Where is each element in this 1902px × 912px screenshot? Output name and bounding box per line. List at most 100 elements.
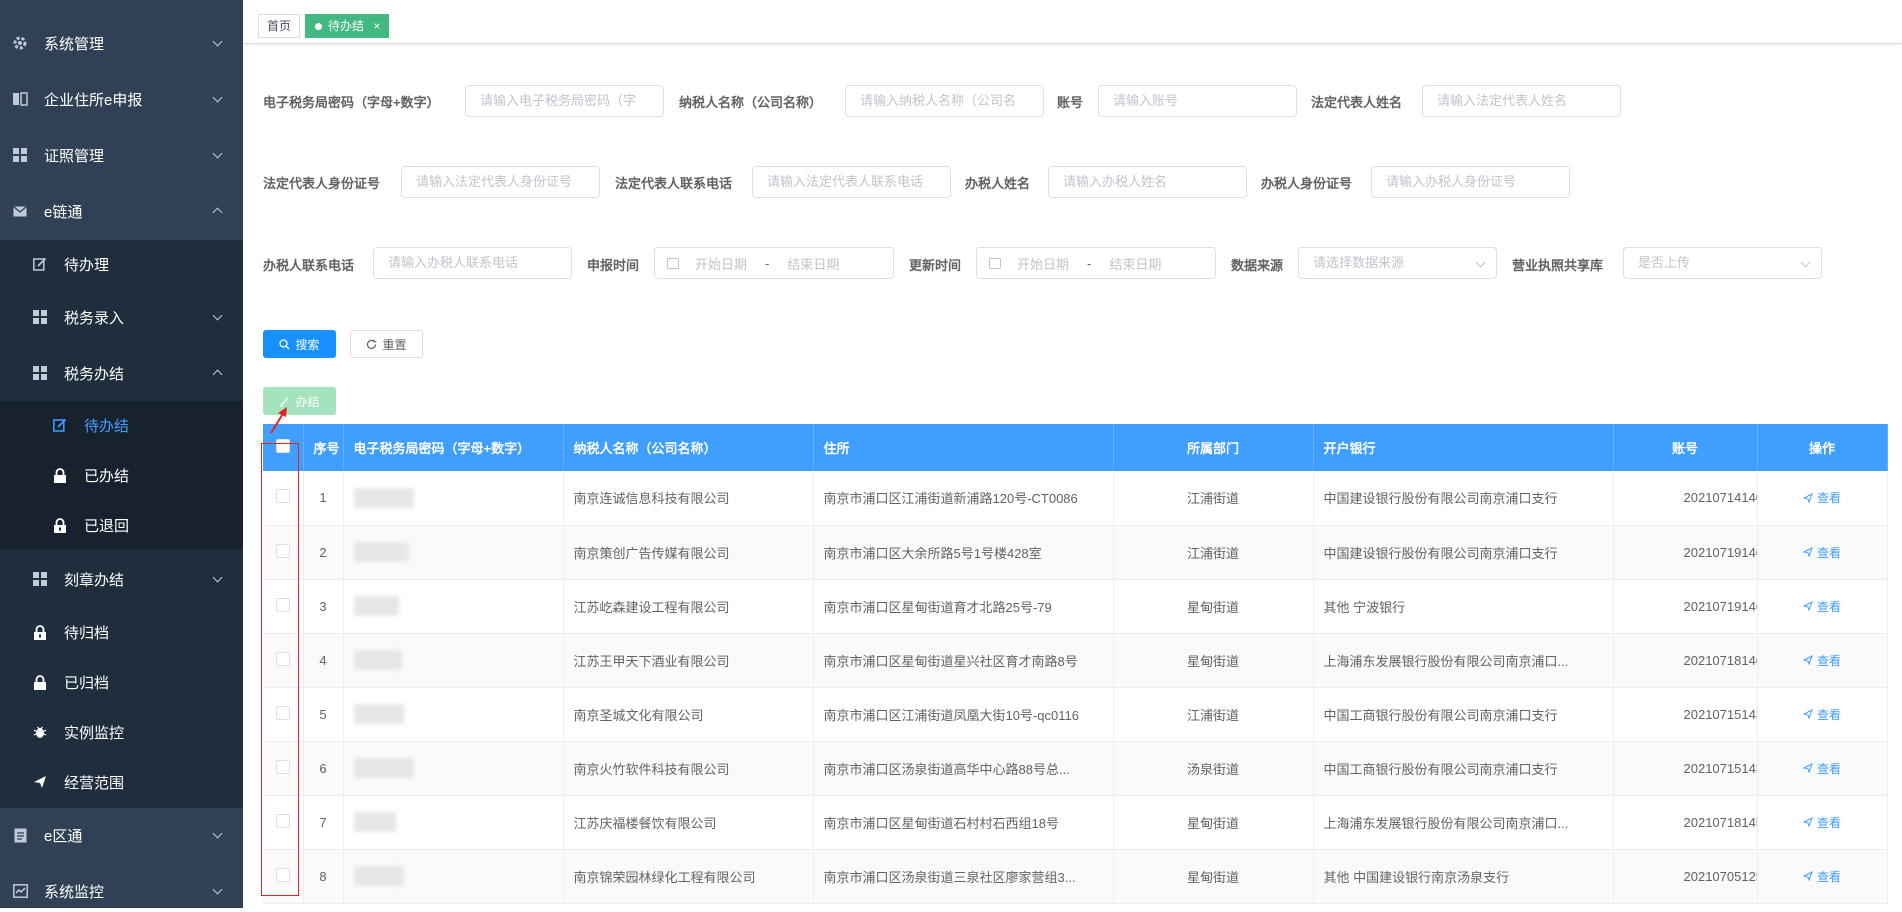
row-checkbox[interactable]	[275, 489, 290, 504]
cell-index: 3	[303, 579, 344, 634]
row-select-cell[interactable]	[263, 687, 304, 742]
select-all-header[interactable]	[263, 424, 304, 471]
cell-address: 南京市浦口区大余所路5号1号楼428室	[813, 525, 1114, 580]
label-report-time: 申报时间	[587, 258, 640, 273]
cell-index: 8	[303, 849, 344, 904]
cell-operation: 查看	[1757, 633, 1888, 688]
sidebar-item-returned[interactable]: 已退回	[0, 505, 243, 545]
row-checkbox[interactable]	[275, 867, 290, 882]
taxpayer-name-input[interactable]: 请输入纳税人名称（公司名	[845, 85, 1044, 117]
table-row[interactable]: 2 南京策创广告传媒有限公司 南京市浦口区大余所路5号1号楼428室 江浦街道 中国建设…	[263, 525, 1888, 580]
sidebar-item-to-finish[interactable]: 待办结	[0, 405, 243, 445]
row-checkbox[interactable]	[275, 597, 290, 612]
table-row[interactable]: 4 江苏王甲天下酒业有限公司 南京市浦口区星甸街道星兴社区育才南路8号 星甸街道 上海浦…	[263, 633, 1888, 688]
row-checkbox[interactable]	[275, 759, 290, 774]
table-body: 1 南京连诚信息科技有限公司 南京市浦口区江浦街道新浦路120号-CT0086 江浦街…	[263, 471, 1888, 904]
cell-operation: 查看	[1757, 687, 1888, 742]
search-button[interactable]: 搜索	[263, 330, 336, 358]
view-link[interactable]: 查看	[1802, 544, 1841, 561]
grid-icon	[32, 365, 48, 381]
license-share-select[interactable]: 是否上传	[1623, 247, 1822, 279]
reset-button[interactable]: 重置	[350, 330, 423, 358]
view-link[interactable]: 查看	[1802, 489, 1841, 506]
sidebar-item-tax-finish[interactable]: 税务办结	[0, 353, 243, 393]
legal-id-input[interactable]: 请输入法定代表人身份证号	[401, 166, 600, 198]
label-legal-name: 法定代表人姓名	[1311, 95, 1403, 110]
redacted-block	[353, 758, 414, 778]
sidebar-item-archived[interactable]: 已归档	[0, 662, 243, 702]
sidebar-item-label: 待归档	[64, 624, 110, 642]
row-select-cell[interactable]	[263, 633, 304, 688]
agent-id-input[interactable]: 请输入办税人身份证号	[1371, 166, 1570, 198]
agent-name-input[interactable]: 请输入办税人姓名	[1048, 166, 1247, 198]
table-row[interactable]: 7 江苏庆福楼餐饮有限公司 南京市浦口区星甸街道石村村石西组18号 星甸街道 上海浦东发…	[263, 795, 1888, 850]
view-link[interactable]: 查看	[1802, 760, 1841, 777]
sidebar-item-e-chain[interactable]: e链通	[0, 190, 243, 232]
cell-department: 星甸街道	[1113, 795, 1314, 850]
agent-phone-input[interactable]: 请输入办税人联系电话	[373, 247, 572, 279]
tag-current[interactable]: 待办结 ×	[305, 14, 390, 38]
sidebar-item-instance-monitor[interactable]: 实例监控	[0, 712, 243, 752]
view-link[interactable]: 查看	[1802, 868, 1841, 885]
tag-home[interactable]: 首页	[258, 14, 301, 38]
update-time-range[interactable]: 开始日期 - 结束日期	[976, 247, 1216, 279]
grid-icon	[12, 147, 28, 163]
sidebar-item-enterprise-address[interactable]: 企业住所e申报	[0, 78, 243, 120]
cell-department: 星甸街道	[1113, 849, 1314, 904]
sidebar-item-business-scope[interactable]: 经营范围	[0, 762, 243, 802]
cell-bank: 中国建设银行股份有限公司南京浦口支行	[1313, 525, 1614, 580]
chevron-down-icon	[212, 828, 223, 838]
sidebar-item-system-monitor[interactable]: 系统监控	[0, 870, 243, 912]
legal-name-input[interactable]: 请输入法定代表人姓名	[1422, 85, 1621, 117]
cell-department: 星甸街道	[1113, 579, 1314, 634]
cell-taxpayer-name: 江苏王甲天下酒业有限公司	[563, 633, 814, 688]
report-time-range[interactable]: 开始日期 - 结束日期	[654, 247, 894, 279]
table-row[interactable]: 8 南京锦荣园林绿化工程有限公司 南京市浦口区汤泉街道三泉社区廖家营组3... 星甸街…	[263, 849, 1888, 904]
tax-password-input[interactable]: 请输入电子税务局密码（字	[465, 85, 664, 117]
table-row[interactable]: 6 南京火竹软件科技有限公司 南京市浦口区汤泉街道高华中心路88号总... 汤泉街道中…	[263, 741, 1888, 796]
sidebar-item-to-archive[interactable]: 待归档	[0, 612, 243, 652]
cell-operation: 查看	[1757, 471, 1888, 526]
redacted-block	[353, 542, 409, 562]
view-link[interactable]: 查看	[1802, 652, 1841, 669]
sidebar-item-tax-entry[interactable]: 税务录入	[0, 297, 243, 337]
row-checkbox[interactable]	[275, 543, 290, 558]
column-header: 纳税人名称（公司名称）	[563, 424, 814, 471]
row-select-cell[interactable]	[263, 525, 304, 580]
row-select-cell[interactable]	[263, 579, 304, 634]
account-input[interactable]: 请输入账号	[1098, 85, 1297, 117]
row-select-cell[interactable]	[263, 849, 304, 904]
row-checkbox[interactable]	[275, 651, 290, 666]
table-row[interactable]: 5 南京圣城文化有限公司 南京市浦口区江浦街道凤凰大街10号-qc0116 江浦街道中…	[263, 687, 1888, 742]
sidebar-item-system-management[interactable]: 系统管理	[0, 22, 243, 64]
document-icon	[12, 827, 28, 843]
row-select-cell[interactable]	[263, 795, 304, 850]
cell-index: 6	[303, 741, 344, 796]
finish-button[interactable]: 办结	[263, 387, 336, 415]
row-checkbox[interactable]	[275, 705, 290, 720]
row-checkbox[interactable]	[275, 813, 290, 828]
sidebar-item-label: 系统管理	[44, 35, 105, 53]
sidebar-item-e-district[interactable]: e区通	[0, 814, 243, 856]
legal-phone-input[interactable]: 请输入法定代表人联系电话	[752, 166, 951, 198]
cell-department: 星甸街道	[1113, 633, 1314, 688]
sidebar-item-license-management[interactable]: 证照管理	[0, 134, 243, 176]
row-select-cell[interactable]	[263, 741, 304, 796]
data-source-select[interactable]: 请选择数据来源	[1298, 247, 1497, 279]
sidebar-item-pending[interactable]: 待办理	[0, 244, 243, 284]
cell-department: 江浦街道	[1113, 687, 1314, 742]
table-row[interactable]: 3 江苏屹森建设工程有限公司 南京市浦口区星甸街道育才北路25号-79 星甸街道 其他 …	[263, 579, 1888, 634]
table-row[interactable]: 1 南京连诚信息科技有限公司 南京市浦口区江浦街道新浦路120号-CT0086 江浦街…	[263, 471, 1888, 526]
cell-bank: 其他 宁波银行	[1313, 579, 1614, 634]
row-select-cell[interactable]	[263, 471, 304, 526]
send-icon	[1802, 547, 1813, 557]
view-link[interactable]: 查看	[1802, 598, 1841, 615]
sidebar-item-seal-finish[interactable]: 刻章办结	[0, 559, 243, 599]
unlock-icon	[52, 517, 68, 533]
close-icon[interactable]: ×	[373, 19, 380, 33]
sidebar-item-label: 系统监控	[44, 883, 105, 901]
sidebar-item-finished[interactable]: 已办结	[0, 455, 243, 495]
view-link[interactable]: 查看	[1802, 814, 1841, 831]
view-link[interactable]: 查看	[1802, 706, 1841, 723]
select-all-checkbox[interactable]	[275, 439, 290, 453]
